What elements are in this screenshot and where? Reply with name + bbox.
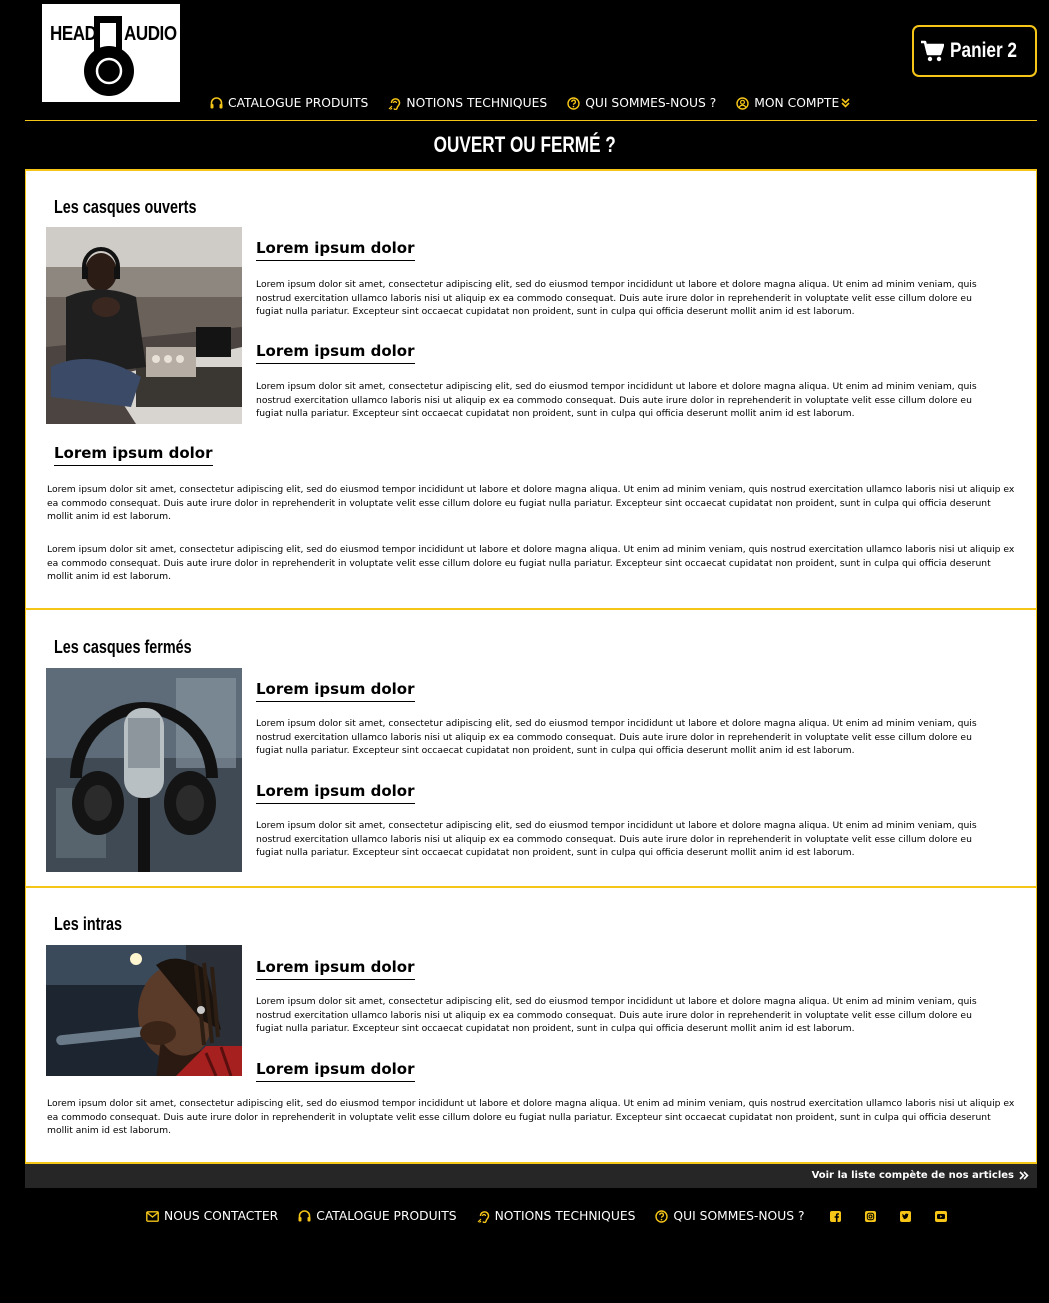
instagram-icon[interactable]: [865, 1210, 877, 1222]
section-open-headphones: Les casques ouverts Lorem ipsum dolor Lo…: [25, 169, 1037, 610]
section-heading: Les casques ouverts: [54, 197, 197, 217]
article-title[interactable]: Lorem ipsum dolor: [256, 958, 415, 980]
singer-with-in-ear-monitor-image: [46, 945, 242, 1076]
footer-item-catalogue[interactable]: CATALOGUE PRODUITS: [298, 1209, 457, 1223]
main-nav: CATALOGUE PRODUITS NOTIONS TECHNIQUES QU…: [210, 96, 850, 110]
nav-item-catalogue[interactable]: CATALOGUE PRODUITS: [210, 96, 368, 110]
article-title[interactable]: Lorem ipsum dolor: [256, 782, 415, 804]
nav-item-label: QUI SOMMES-NOUS ?: [585, 96, 717, 110]
footer-nav: NOUS CONTACTER CATALOGUE PRODUITS NOTION…: [146, 1209, 948, 1223]
footer-item-label: NOUS CONTACTER: [164, 1209, 279, 1223]
head-audio-logo[interactable]: HEAD AUDIO: [42, 4, 180, 102]
article-text: Lorem ipsum dolor sit amet, consectetur …: [256, 279, 977, 317]
footer-item-contact[interactable]: NOUS CONTACTER: [146, 1209, 278, 1223]
nav-item-label: MON COMPTE: [754, 96, 840, 110]
article-text: Lorem ipsum dolor sit amet, consectetur …: [256, 718, 977, 756]
logo-text-head: HEAD: [50, 23, 97, 45]
more-articles-label: Voir la liste compète de nos articles: [811, 1170, 1014, 1181]
headphones-icon: [210, 97, 223, 109]
footer-item-about[interactable]: QUI SOMMES-NOUS ?: [655, 1209, 804, 1223]
page-title-text: OUVERT OU FERMÉ ?: [433, 132, 616, 157]
article-text: Lorem ipsum dolor sit amet, consectetur …: [47, 484, 1015, 522]
more-articles-link[interactable]: Voir la liste compète de nos articles: [812, 1170, 1029, 1181]
headphone-logo-icon: [84, 16, 134, 96]
man-with-headphones-image: [46, 227, 242, 424]
social-links: [830, 1210, 948, 1222]
footer-item-label: CATALOGUE PRODUITS: [316, 1209, 457, 1223]
section-closed-headphones: Les casques fermés Lorem ipsum dolor Lor…: [25, 608, 1037, 888]
page-title: OUVERT OU FERMÉ ?: [0, 132, 1049, 158]
article-title[interactable]: Lorem ipsum dolor: [256, 680, 415, 702]
article-text: Lorem ipsum dolor sit amet, consectetur …: [47, 1098, 1015, 1136]
question-circle-icon: [655, 1209, 669, 1223]
article-title[interactable]: Lorem ipsum dolor: [256, 342, 415, 364]
footer-item-label: QUI SOMMES-NOUS ?: [673, 1209, 805, 1223]
facebook-icon[interactable]: [830, 1210, 842, 1222]
user-circle-icon: [736, 96, 749, 110]
ear-icon: [388, 97, 401, 110]
article-text: Lorem ipsum dolor sit amet, consectetur …: [256, 996, 977, 1034]
article-title[interactable]: Lorem ipsum dolor: [54, 444, 213, 466]
headphones-icon: [298, 1210, 311, 1222]
article-text: Lorem ipsum dolor sit amet, consectetur …: [47, 544, 1015, 582]
cart-label: Panier 2: [949, 39, 1017, 62]
envelope-icon: [146, 1210, 159, 1222]
nav-item-label: NOTIONS TECHNIQUES: [406, 96, 548, 110]
youtube-icon[interactable]: [935, 1210, 948, 1222]
nav-item-about[interactable]: QUI SOMMES-NOUS ?: [567, 96, 716, 110]
twitter-icon[interactable]: [900, 1210, 912, 1222]
nav-item-account[interactable]: MON COMPTE: [736, 96, 850, 110]
article-title[interactable]: Lorem ipsum dolor: [256, 239, 415, 261]
more-articles-bar: Voir la liste compète de nos articles: [25, 1164, 1037, 1188]
header-divider: [25, 120, 1037, 121]
article-text: Lorem ipsum dolor sit amet, consectetur …: [256, 381, 977, 419]
section-heading: Les casques fermés: [54, 637, 192, 657]
logo-text-audio: AUDIO: [124, 23, 177, 45]
cart-button[interactable]: Panier 2: [912, 25, 1037, 77]
double-chevron-right-icon: [1019, 1171, 1029, 1180]
double-chevron-down-icon: [841, 98, 850, 108]
shopping-cart-icon: [920, 40, 944, 62]
ear-icon: [477, 1210, 489, 1223]
section-heading: Les intras: [54, 914, 123, 934]
article-text: Lorem ipsum dolor sit amet, consectetur …: [256, 820, 977, 858]
article-title[interactable]: Lorem ipsum dolor: [256, 1060, 415, 1082]
nav-item-label: CATALOGUE PRODUITS: [228, 96, 369, 110]
footer-item-notions[interactable]: NOTIONS TECHNIQUES: [477, 1209, 636, 1223]
section-in-ear: Les intras Lorem ipsum dolor Lorem ipsum…: [25, 886, 1037, 1164]
footer-item-label: NOTIONS TECHNIQUES: [494, 1209, 636, 1223]
site-header: HEAD AUDIO Panier 2 CATALOGUE PRODUITS N…: [0, 0, 1049, 122]
nav-item-notions[interactable]: NOTIONS TECHNIQUES: [388, 96, 547, 110]
question-circle-icon: [567, 96, 580, 110]
headphones-on-microphone-image: [46, 668, 242, 872]
